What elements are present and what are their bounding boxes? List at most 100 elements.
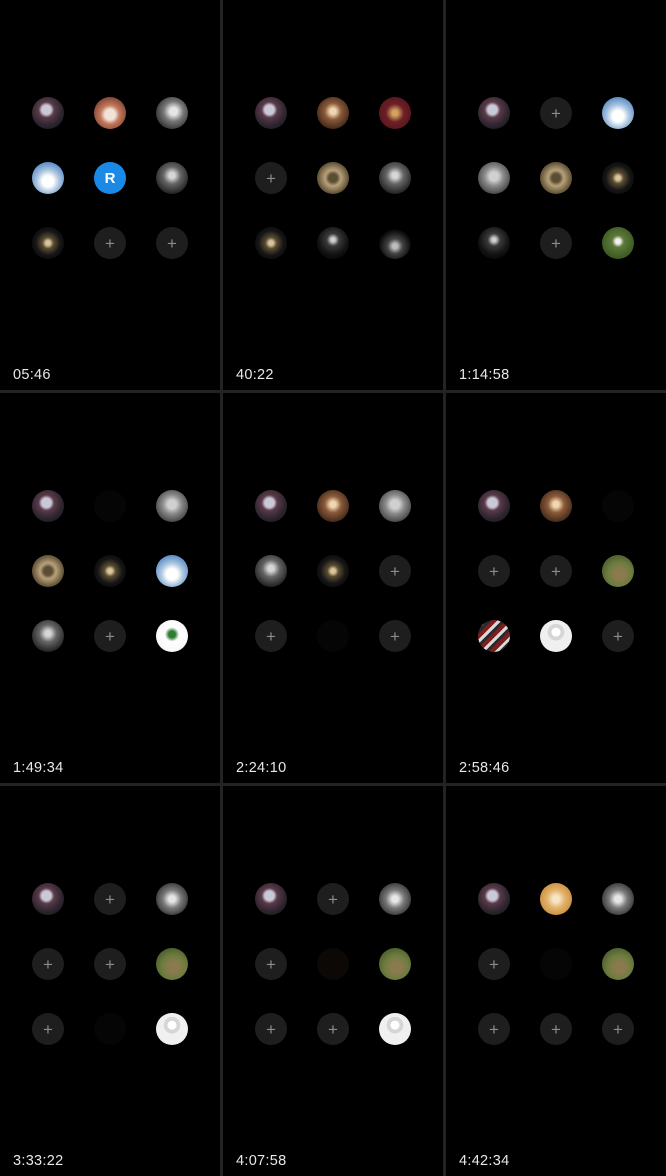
plus-icon: + [489,1019,499,1039]
avatar-landscape[interactable] [602,555,634,587]
avatar-sign[interactable] [317,97,349,129]
add-participant-button[interactable]: + [317,883,349,915]
avatar-bw-dog[interactable] [379,490,411,522]
avatar-k-logo[interactable] [478,227,510,259]
avatar-portrait[interactable] [156,162,188,194]
avatar-landscape[interactable] [379,948,411,980]
frame-panel-4: +1:49:34 [0,393,220,783]
avatar-sky[interactable] [602,97,634,129]
avatar-cards[interactable] [478,490,510,522]
add-participant-button[interactable]: + [540,227,572,259]
avatar-gold-frame[interactable] [32,555,64,587]
avatar-portrait[interactable] [379,162,411,194]
add-participant-button[interactable]: + [32,1013,64,1045]
add-participant-button[interactable]: + [255,162,287,194]
add-participant-button[interactable]: + [94,620,126,652]
avatar-initial: R [104,169,116,187]
avatar-cards[interactable] [255,883,287,915]
frame-panel-8: + + + +4:07:58 [223,786,443,1176]
avatar-bw-dog[interactable] [156,490,188,522]
add-participant-button[interactable]: + [540,1013,572,1045]
avatar-face-warm[interactable] [94,97,126,129]
plus-icon: + [105,889,115,909]
add-participant-button[interactable]: + [379,555,411,587]
avatar-logo-gold[interactable] [32,227,64,259]
avatar-bw-dog[interactable] [478,162,510,194]
frame-panel-9: + + + +4:42:34 [446,786,666,1176]
add-participant-button[interactable]: + [156,227,188,259]
avatar-cards[interactable] [32,97,64,129]
avatar-face-blur[interactable] [156,883,188,915]
avatar-face-blur[interactable] [379,883,411,915]
plus-icon: + [489,561,499,581]
avatar-landscape[interactable] [156,948,188,980]
add-participant-button[interactable]: + [317,1013,349,1045]
avatar-cards[interactable] [255,97,287,129]
plus-icon: + [105,626,115,646]
add-participant-button[interactable]: + [255,1013,287,1045]
add-participant-button[interactable]: + [94,883,126,915]
avatar-sign[interactable] [540,490,572,522]
add-participant-button[interactable]: + [478,1013,510,1045]
avatar-portrait[interactable] [255,555,287,587]
add-participant-button[interactable]: + [255,620,287,652]
avatar-face-blur[interactable] [602,883,634,915]
empty-slot [317,620,349,652]
frame-timestamp: 2:24:10 [236,760,287,776]
add-participant-button[interactable]: + [540,555,572,587]
avatar-portrait[interactable] [32,620,64,652]
add-participant-button[interactable]: + [478,948,510,980]
frame-timestamp: 4:07:58 [236,1153,287,1169]
plus-icon: + [390,561,400,581]
add-participant-button[interactable]: + [255,948,287,980]
avatar-saudi-white[interactable] [156,620,188,652]
frame-panel-5: + + +2:24:10 [223,393,443,783]
plus-icon: + [390,626,400,646]
frame-panel-1: R + +05:46 [0,0,220,390]
avatar-cards[interactable] [478,97,510,129]
add-participant-button[interactable]: + [602,620,634,652]
avatar-landscape[interactable] [602,948,634,980]
avatar-gold-frame[interactable] [317,162,349,194]
avatar-k-logo[interactable] [317,227,349,259]
add-participant-button[interactable]: + [379,620,411,652]
avatar-logo-gold[interactable] [255,227,287,259]
avatar-sign[interactable] [317,490,349,522]
avatar-saudi-green[interactable] [602,227,634,259]
add-participant-button[interactable]: + [602,1013,634,1045]
avatar-palm[interactable] [379,97,411,129]
add-participant-button[interactable]: + [94,948,126,980]
avatar-sky[interactable] [156,555,188,587]
avatar-cards[interactable] [32,883,64,915]
add-participant-button[interactable]: + [540,97,572,129]
frame-timestamp: 4:42:34 [459,1153,510,1169]
frame-timestamp: 1:14:58 [459,367,510,383]
plus-icon: + [613,1019,623,1039]
avatar-person-white[interactable] [540,620,572,652]
plus-icon: + [613,626,623,646]
avatar-wolf-111[interactable] [379,227,411,259]
avatar-doge[interactable] [540,883,572,915]
avatar-initial-r[interactable]: R [94,162,126,194]
avatar-gold-frame[interactable] [540,162,572,194]
avatar-cards[interactable] [255,490,287,522]
frame-panel-7: + + + +3:33:22 [0,786,220,1176]
add-participant-button[interactable]: + [94,227,126,259]
add-participant-button[interactable]: + [478,555,510,587]
avatar-logo-gold[interactable] [94,555,126,587]
avatar-bw-man[interactable] [156,97,188,129]
avatar-book[interactable] [478,620,510,652]
plus-icon: + [266,954,276,974]
plus-icon: + [551,103,561,123]
avatar-logo-gold[interactable] [602,162,634,194]
avatar-person-white[interactable] [379,1013,411,1045]
avatar-logo-gold[interactable] [317,555,349,587]
avatar-person-white[interactable] [156,1013,188,1045]
avatar-cards[interactable] [478,883,510,915]
plus-icon: + [43,1019,53,1039]
add-participant-button[interactable]: + [32,948,64,980]
avatar-sky[interactable] [32,162,64,194]
empty-slot [540,948,572,980]
avatar-cards[interactable] [32,490,64,522]
plus-icon: + [489,954,499,974]
